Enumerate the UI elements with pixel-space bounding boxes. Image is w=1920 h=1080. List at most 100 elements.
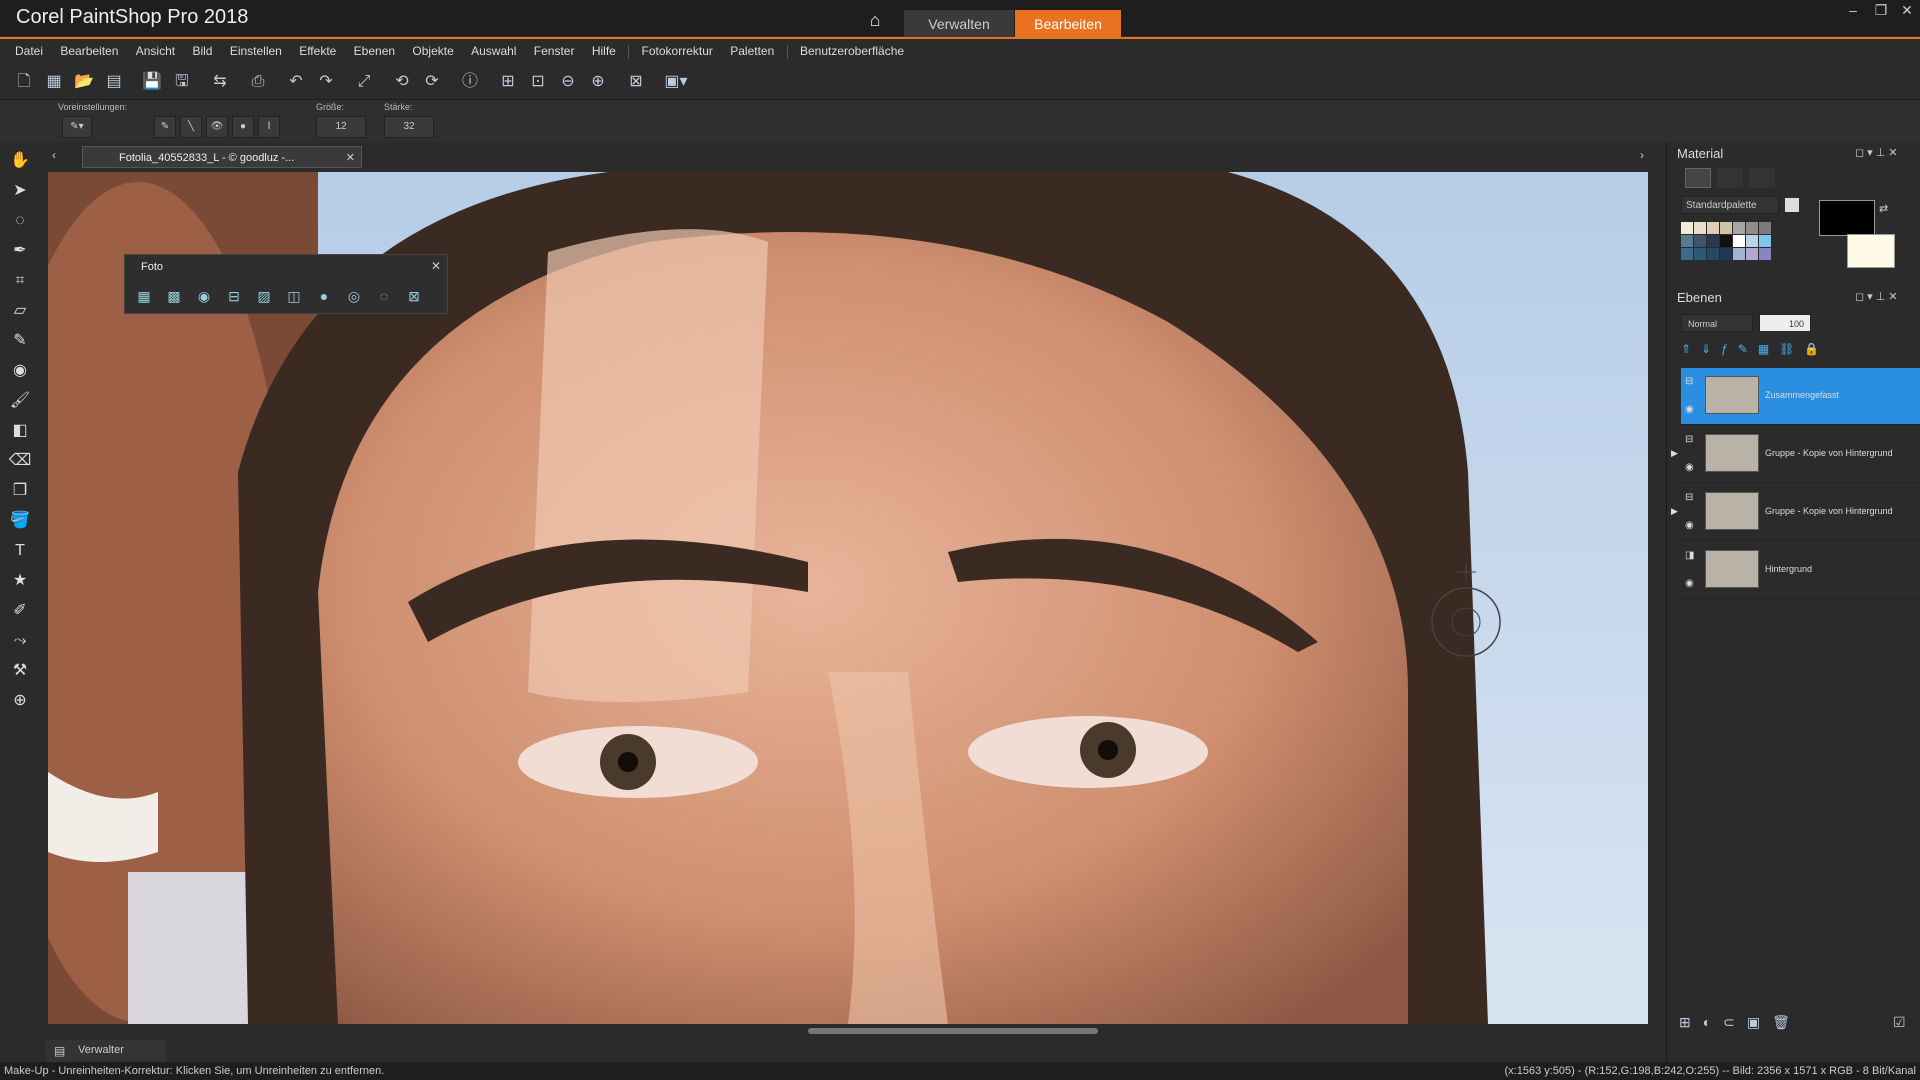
- shape-tool-icon[interactable]: ★: [6, 568, 34, 594]
- opacity-input[interactable]: 100: [1759, 314, 1811, 332]
- new-file-icon[interactable]: 🗋: [12, 70, 36, 94]
- menu-hilfe[interactable]: Hilfe: [585, 40, 623, 62]
- layer-tools[interactable]: ⇑⇓ƒ✎▦⛓🔒: [1681, 342, 1920, 362]
- menu-datei[interactable]: Datei: [8, 40, 50, 62]
- time-machine-icon[interactable]: ◎: [343, 285, 365, 307]
- panel-options-icon[interactable]: ◻ ▾ ⊥ ✕: [1855, 290, 1898, 303]
- horizontal-scrollbar[interactable]: [48, 1024, 1648, 1038]
- fill-tool-icon[interactable]: 🪣: [6, 508, 34, 534]
- print-icon[interactable]: ⎙: [246, 70, 270, 94]
- pick-tool-icon[interactable]: ➤: [6, 178, 34, 204]
- depth-of-field-icon[interactable]: ◫: [283, 285, 305, 307]
- home-icon[interactable]: ⌂: [858, 10, 892, 38]
- gradient-tool-icon[interactable]: ◧: [6, 418, 34, 444]
- strength-input[interactable]: 32: [384, 116, 434, 138]
- swap-colors-icon[interactable]: ⇄: [1879, 202, 1888, 215]
- text-tool-icon[interactable]: T: [6, 538, 34, 564]
- expand-arrow-icon[interactable]: ▶: [1671, 506, 1678, 517]
- menu-paletten[interactable]: Paletten: [723, 40, 781, 62]
- menu-objekte[interactable]: Objekte: [405, 40, 460, 62]
- rotate-right-icon[interactable]: ⟳: [420, 70, 444, 94]
- smart-photo-fix-icon[interactable]: ▩: [163, 285, 185, 307]
- background-color-swatch[interactable]: [1847, 234, 1895, 268]
- menu-auswahl[interactable]: Auswahl: [464, 40, 523, 62]
- zoom-out-icon[interactable]: ⊖: [556, 70, 580, 94]
- info-icon[interactable]: ⓘ: [458, 70, 482, 94]
- share-icon[interactable]: ⇆: [208, 70, 232, 94]
- undo-icon[interactable]: ↶: [284, 70, 308, 94]
- mode-suntan-icon[interactable]: ●: [232, 116, 254, 138]
- visibility-eye-icon[interactable]: ◉: [1685, 404, 1694, 415]
- pan-tool-icon[interactable]: ✋: [6, 148, 34, 174]
- redo-icon[interactable]: ↷: [314, 70, 338, 94]
- clone-tool-icon[interactable]: ❒: [6, 478, 34, 504]
- size-input[interactable]: 12: [316, 116, 366, 138]
- open-folder-icon[interactable]: 📂: [72, 70, 96, 94]
- mode-toothbrush-icon[interactable]: ╲: [180, 116, 202, 138]
- visibility-eye-icon[interactable]: ◉: [1685, 578, 1694, 589]
- layers-bottom-toolbar[interactable]: ⊞◐⊂▣🗑: [1679, 1014, 1802, 1031]
- retro-lab-icon[interactable]: ●: [313, 285, 335, 307]
- brush-tool-icon[interactable]: 🖌: [6, 388, 34, 414]
- presets-dropdown[interactable]: ✎▾: [62, 116, 92, 138]
- close-icon[interactable]: ✕: [346, 147, 355, 169]
- crop-tool-icon[interactable]: ⌗: [6, 268, 34, 294]
- menu-ebenen[interactable]: Ebenen: [347, 40, 402, 62]
- zoom-in-icon[interactable]: ⊕: [586, 70, 610, 94]
- save-as-icon[interactable]: 🖫: [170, 70, 194, 94]
- layer-row[interactable]: ▶ ⊟ ◉ Gruppe - Kopie von Hintergrund: [1671, 426, 1920, 483]
- rotate-left-icon[interactable]: ⟲: [390, 70, 414, 94]
- menu-benutzeroberflaeche[interactable]: Benutzeroberfläche: [793, 40, 911, 62]
- organizer-tab[interactable]: ▤ Verwalter: [46, 1040, 166, 1062]
- foreground-color-swatch[interactable]: [1819, 200, 1875, 236]
- rainbow-tab-icon[interactable]: [1717, 168, 1743, 188]
- visibility-eye-icon[interactable]: ◉: [1685, 520, 1694, 531]
- layer-row[interactable]: ⊟ ◉ Zusammengefasst: [1681, 368, 1920, 425]
- palette-select[interactable]: Standardpalette: [1681, 196, 1779, 214]
- tab-scroll-right-icon[interactable]: ›: [1640, 148, 1644, 162]
- layer-row[interactable]: ◨ ◉ Hintergrund: [1681, 542, 1920, 599]
- palette-menu-icon[interactable]: [1785, 198, 1799, 212]
- minimize-icon[interactable]: –: [1842, 2, 1864, 22]
- document-tab[interactable]: Fotolia_40552833_L - © goodluz -... ✕: [82, 146, 362, 168]
- makeup-tool-icon[interactable]: ✎: [6, 328, 34, 354]
- one-step-fix-icon[interactable]: ▦: [133, 285, 155, 307]
- tab-manage[interactable]: Verwalten: [904, 10, 1014, 38]
- close-icon[interactable]: ✕: [1896, 2, 1918, 22]
- menu-bild[interactable]: Bild: [185, 40, 219, 62]
- photo-blend-icon[interactable]: ▨: [253, 285, 275, 307]
- new-from-template-icon[interactable]: ▦: [42, 70, 66, 94]
- menu-einstellen[interactable]: Einstellen: [223, 40, 289, 62]
- restore-icon[interactable]: ❐: [1870, 2, 1892, 22]
- swatches-tab-icon[interactable]: [1749, 168, 1775, 188]
- warp-tool-icon[interactable]: ⤳: [6, 628, 34, 654]
- layer-properties-icon[interactable]: ☑: [1893, 1014, 1906, 1031]
- save-icon[interactable]: 💾: [140, 70, 164, 94]
- mode-eyedrop-icon[interactable]: 👁: [206, 116, 228, 138]
- eraser-tool-icon[interactable]: ⌫: [6, 448, 34, 474]
- pen-tool-icon[interactable]: ✐: [6, 598, 34, 624]
- straighten-icon[interactable]: ⊟: [223, 285, 245, 307]
- frame-tab-icon[interactable]: [1685, 168, 1711, 188]
- close-icon[interactable]: ✕: [431, 259, 441, 273]
- tab-edit[interactable]: Bearbeiten: [1015, 10, 1121, 38]
- selective-focus-icon[interactable]: ⊠: [403, 285, 425, 307]
- perspective-tool-icon[interactable]: ▱: [6, 298, 34, 324]
- dropper-tool-icon[interactable]: ✒: [6, 238, 34, 264]
- lasso-tool-icon[interactable]: ◌: [6, 208, 34, 234]
- menu-ansicht[interactable]: Ansicht: [129, 40, 182, 62]
- red-eye-tool-icon[interactable]: ◉: [6, 358, 34, 384]
- menu-effekte[interactable]: Effekte: [292, 40, 343, 62]
- swatch-grid[interactable]: [1681, 222, 1801, 270]
- red-eye-icon[interactable]: ◉: [193, 285, 215, 307]
- vignette-icon[interactable]: ◌: [373, 285, 395, 307]
- expand-arrow-icon[interactable]: ▶: [1671, 448, 1678, 459]
- fit-window-icon[interactable]: ⊞: [496, 70, 520, 94]
- scrollbar-thumb[interactable]: [808, 1028, 1098, 1034]
- paste-options-icon[interactable]: ▣▾: [664, 70, 688, 94]
- scratch-tool-icon[interactable]: ⚒: [6, 658, 34, 684]
- visibility-eye-icon[interactable]: ◉: [1685, 462, 1694, 473]
- menu-bearbeiten[interactable]: Bearbeiten: [53, 40, 125, 62]
- resize-icon[interactable]: ⤢: [352, 70, 376, 94]
- actual-size-icon[interactable]: ⊠: [624, 70, 648, 94]
